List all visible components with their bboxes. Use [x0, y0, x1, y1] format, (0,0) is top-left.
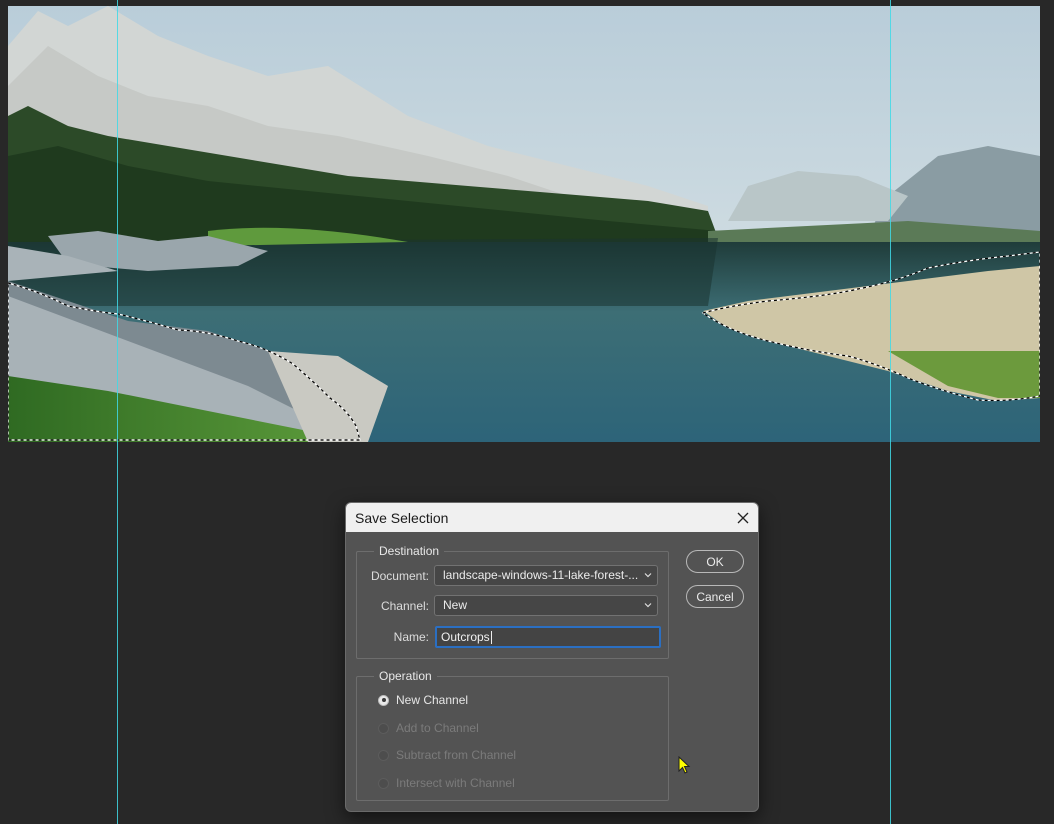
- channel-value: New: [443, 598, 468, 612]
- radio-new-channel[interactable]: New Channel: [378, 693, 468, 707]
- radio-selected-icon: [378, 694, 389, 706]
- subtract-from-channel-label: Subtract from Channel: [396, 748, 517, 762]
- channel-label: Channel:: [380, 599, 429, 613]
- close-button[interactable]: [728, 503, 758, 532]
- add-to-channel-label: Add to Channel: [396, 721, 479, 735]
- canvas-image[interactable]: [8, 6, 1040, 442]
- radio-disabled-icon: [378, 749, 389, 761]
- text-caret: [490, 631, 492, 645]
- channel-select[interactable]: New: [434, 595, 658, 616]
- operation-legend: Operation: [374, 669, 437, 683]
- document-value: landscape-windows-11-lake-forest-...: [443, 568, 639, 582]
- chevron-down-icon: [644, 573, 652, 578]
- radio-subtract-from-channel[interactable]: Subtract from Channel: [378, 748, 516, 762]
- chevron-down-icon: [644, 603, 652, 608]
- selection-marquee: [8, 251, 1040, 441]
- dialog-title: Save Selection: [355, 509, 449, 526]
- name-label: Name:: [393, 630, 429, 644]
- destination-group: Destination Document: landscape-windows-…: [356, 544, 669, 659]
- radio-disabled-icon: [378, 777, 389, 789]
- close-icon: [737, 512, 749, 523]
- document-select[interactable]: landscape-windows-11-lake-forest-...: [434, 565, 658, 586]
- operation-group: Operation New Channel Add to Channel Sub…: [356, 669, 669, 801]
- cursor-icon: [678, 756, 691, 774]
- new-channel-label: New Channel: [396, 693, 469, 707]
- vertical-guide-right[interactable]: [890, 0, 891, 824]
- ok-button[interactable]: OK: [686, 550, 744, 573]
- document-label: Document:: [370, 569, 429, 583]
- vertical-guide-left[interactable]: [117, 0, 118, 824]
- name-input[interactable]: Outcrops: [435, 626, 661, 648]
- radio-add-to-channel[interactable]: Add to Channel: [378, 721, 479, 735]
- radio-intersect-with-channel[interactable]: Intersect with Channel: [378, 776, 515, 790]
- name-value: Outcrops: [441, 630, 490, 644]
- intersect-with-channel-label: Intersect with Channel: [396, 776, 515, 790]
- dialog-titlebar[interactable]: Save Selection: [346, 503, 758, 532]
- save-selection-dialog: Save Selection Destination Document: lan…: [345, 502, 759, 812]
- radio-disabled-icon: [378, 722, 389, 734]
- cancel-button[interactable]: Cancel: [686, 585, 744, 608]
- destination-legend: Destination: [374, 544, 445, 558]
